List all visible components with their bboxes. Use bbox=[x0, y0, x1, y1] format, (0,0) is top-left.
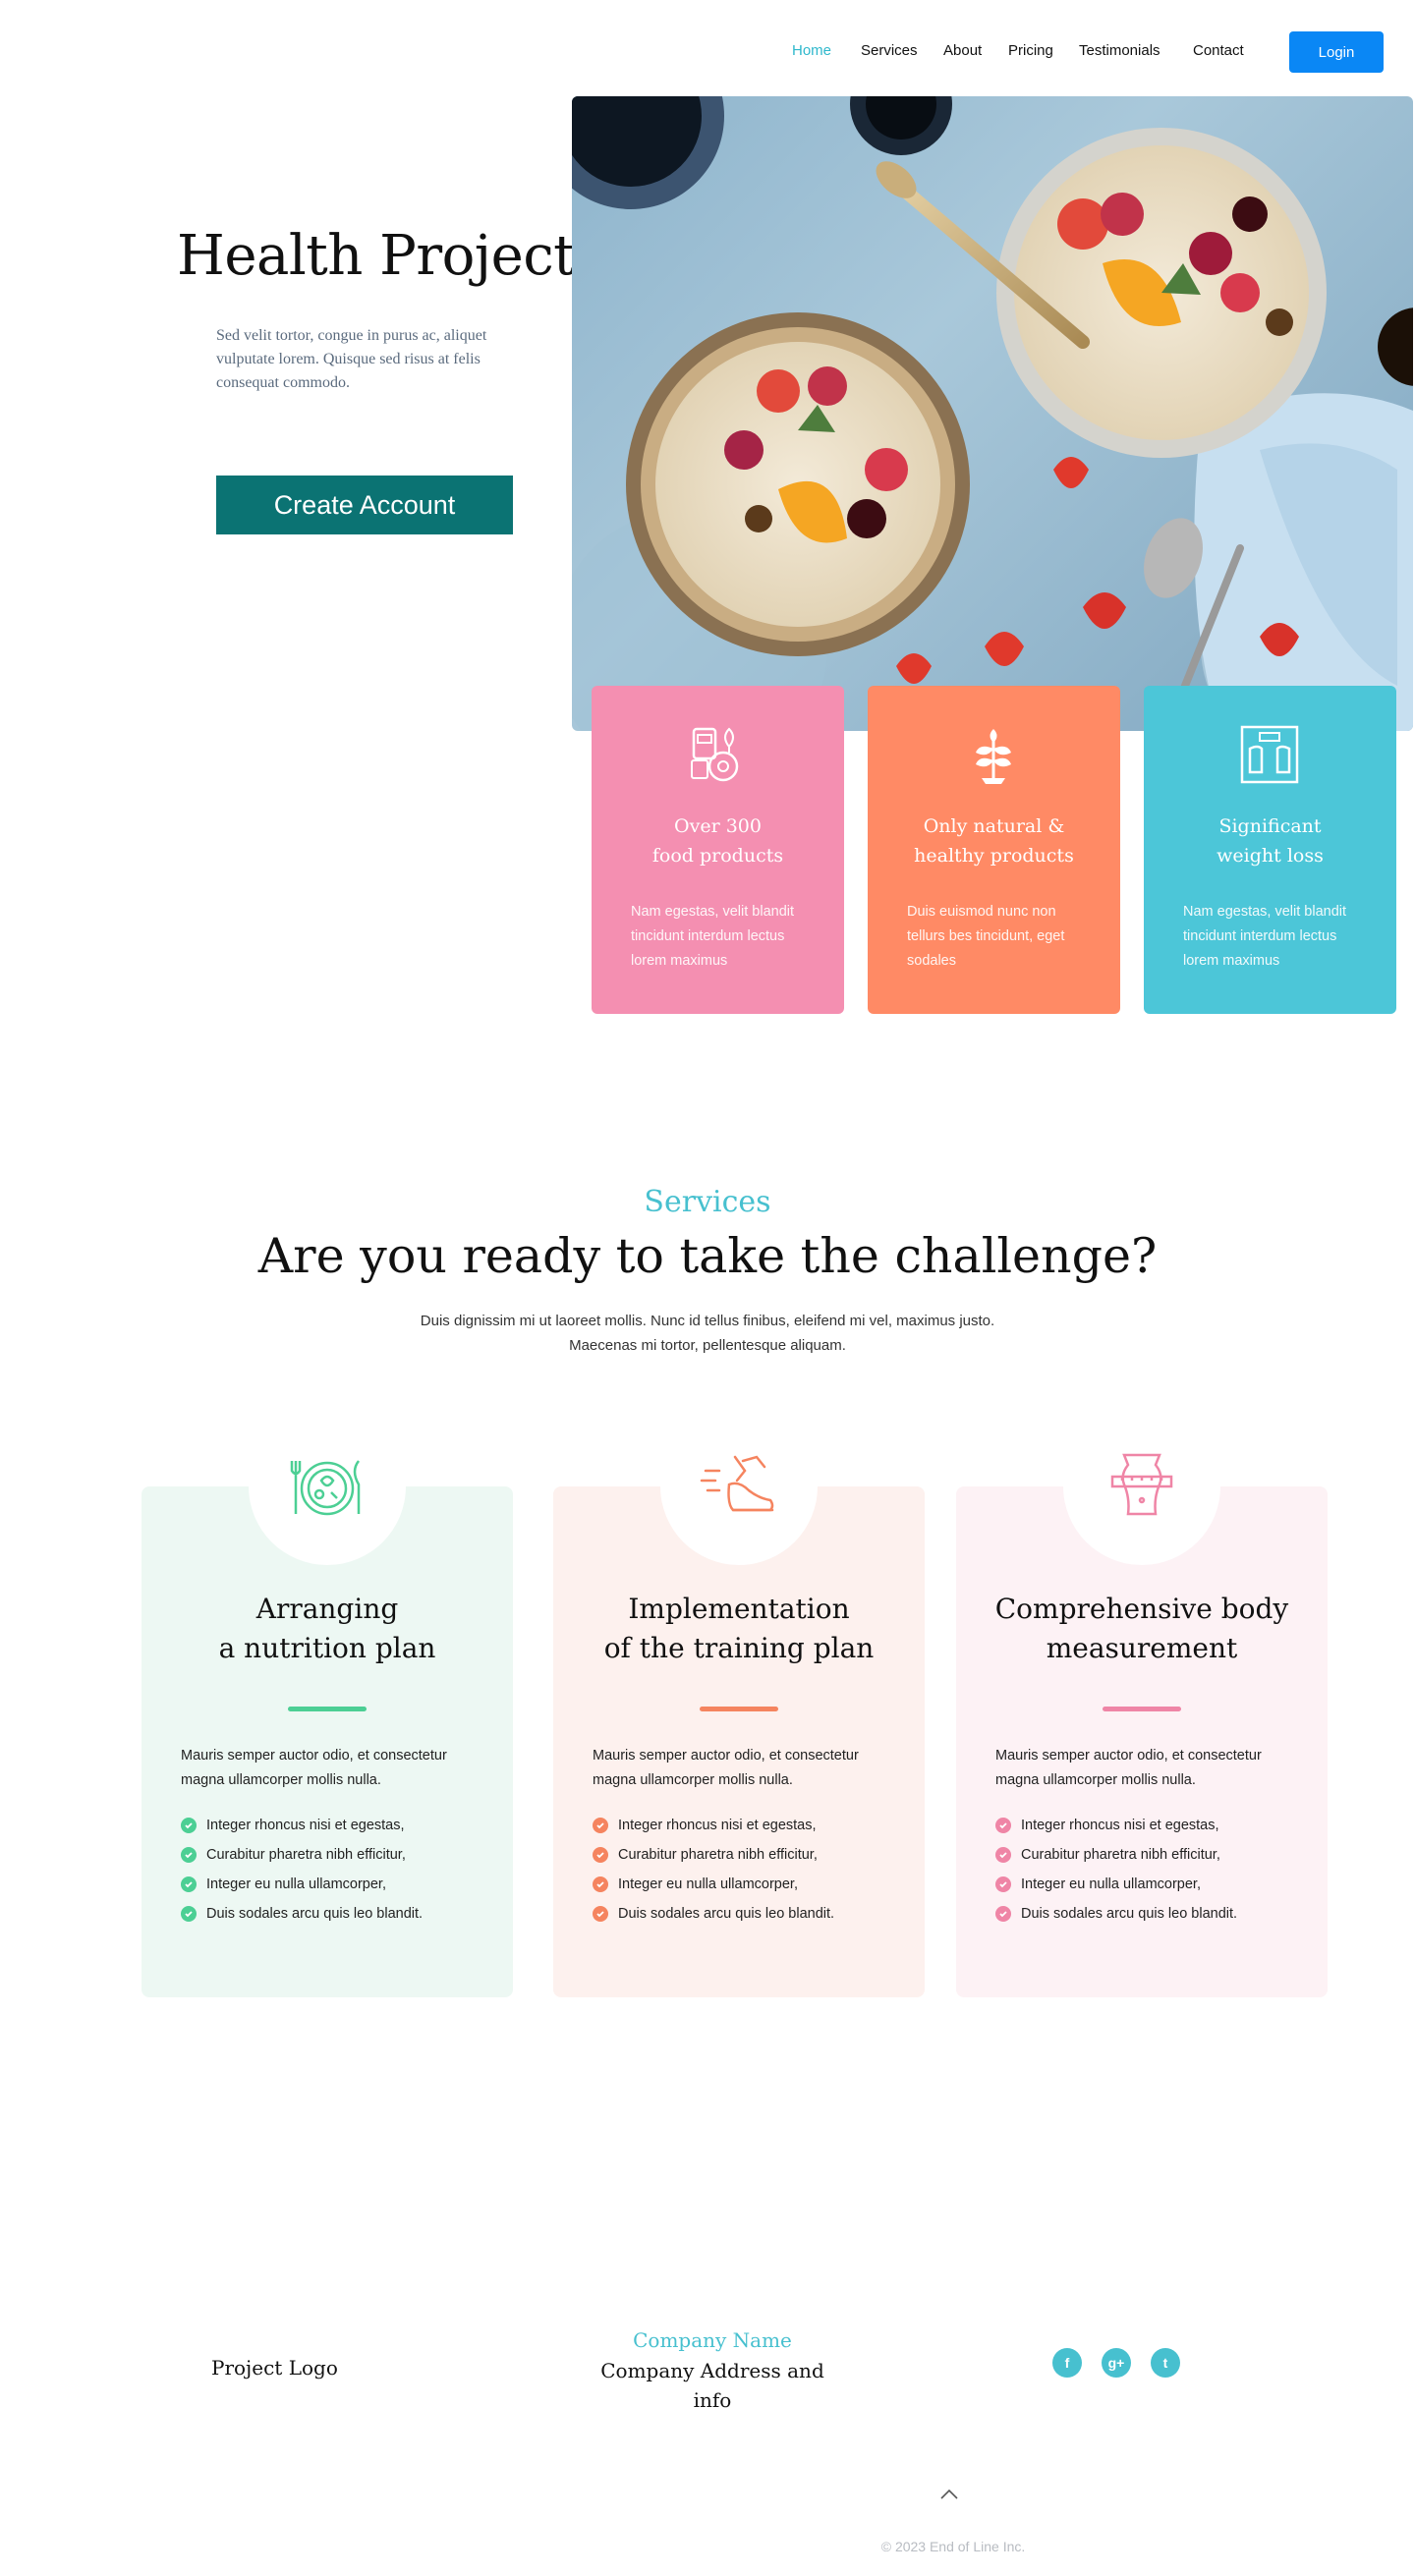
list-item-text: Curabitur pharetra nibh efficitur, bbox=[206, 1847, 406, 1863]
feature-card-food-products: Over 300 food products Nam egestas, veli… bbox=[592, 686, 844, 1014]
check-icon bbox=[181, 1876, 197, 1892]
check-icon bbox=[181, 1818, 197, 1833]
feature-text: Nam egestas, velit blandit tincidunt int… bbox=[1183, 904, 1347, 969]
list-item: Integer rhoncus nisi et egestas, bbox=[181, 1811, 423, 1840]
list-item: Integer eu nulla ullamcorper, bbox=[995, 1870, 1237, 1899]
list-item-text: Integer eu nulla ullamcorper, bbox=[618, 1876, 798, 1892]
list-item: Duis sodales arcu quis leo blandit. bbox=[593, 1899, 834, 1929]
service-card-training: Implementation of the training plan Maur… bbox=[553, 1408, 925, 1997]
accent-divider bbox=[1103, 1707, 1181, 1711]
list-item: Integer rhoncus nisi et egestas, bbox=[593, 1811, 834, 1840]
list-item-text: Integer eu nulla ullamcorper, bbox=[1021, 1876, 1201, 1892]
hero-text: Sed velit tortor, congue in purus ac, al… bbox=[216, 327, 487, 391]
list-item-text: Integer rhoncus nisi et egestas, bbox=[206, 1818, 405, 1833]
feature-text: Duis euismod nunc non tellurs bes tincid… bbox=[907, 904, 1065, 969]
feature-card-natural-products: Only natural & healthy products Duis eui… bbox=[868, 686, 1120, 1014]
service-card-title: Implementation of the training plan bbox=[603, 1593, 875, 1664]
list-item: Curabitur pharetra nibh efficitur, bbox=[181, 1840, 423, 1870]
nav-home[interactable]: Home bbox=[792, 42, 831, 59]
accent-divider bbox=[700, 1707, 778, 1711]
services-subtitle: Duis dignissim mi ut laoreet mollis. Nun… bbox=[420, 1313, 995, 1354]
footer-address: Company Address and info bbox=[600, 2359, 824, 2412]
list-item: Duis sodales arcu quis leo blandit. bbox=[995, 1899, 1237, 1929]
nav-testimonials[interactable]: Testimonials bbox=[1079, 42, 1160, 59]
feature-card-weight-loss: Significant weight loss Nam egestas, vel… bbox=[1144, 686, 1396, 1014]
accent-divider bbox=[288, 1707, 367, 1711]
check-icon bbox=[995, 1906, 1011, 1922]
check-icon bbox=[593, 1818, 608, 1833]
nav-pricing[interactable]: Pricing bbox=[1008, 42, 1053, 59]
list-item-text: Duis sodales arcu quis leo blandit. bbox=[206, 1906, 424, 1922]
check-icon bbox=[181, 1906, 197, 1922]
list-item-text: Integer rhoncus nisi et egestas, bbox=[618, 1818, 817, 1833]
feature-title: Only natural & healthy products bbox=[914, 815, 1074, 867]
service-checklist: Integer rhoncus nisi et egestas, Curabit… bbox=[995, 1811, 1237, 1929]
list-item-text: Duis sodales arcu quis leo blandit. bbox=[1021, 1906, 1238, 1922]
list-item: Integer eu nulla ullamcorper, bbox=[181, 1870, 423, 1899]
footer-company-name: Company Name bbox=[633, 2328, 792, 2352]
hero-title: Health Project bbox=[177, 224, 576, 288]
food-bowls-illustration bbox=[572, 96, 1413, 731]
service-card-nutrition: Arranging a nutrition plan Mauris semper… bbox=[142, 1408, 513, 1997]
check-icon bbox=[995, 1847, 1011, 1863]
check-icon bbox=[593, 1876, 608, 1892]
footer-logo[interactable]: Project Logo bbox=[211, 2356, 338, 2380]
service-card-measurement: Comprehensive body measurement Mauris se… bbox=[956, 1408, 1328, 1997]
list-item-text: Integer eu nulla ullamcorper, bbox=[206, 1876, 386, 1892]
service-card-title: Arranging a nutrition plan bbox=[218, 1593, 436, 1664]
list-item-text: Curabitur pharetra nibh efficitur, bbox=[618, 1847, 818, 1863]
copyright-text: © 2023 End of Line Inc. bbox=[880, 2539, 1026, 2554]
check-icon bbox=[995, 1818, 1011, 1833]
check-icon bbox=[181, 1847, 197, 1863]
login-button[interactable]: Login bbox=[1289, 31, 1384, 73]
google-plus-icon[interactable]: g+ bbox=[1102, 2348, 1131, 2378]
feature-title: Over 300 food products bbox=[651, 815, 784, 867]
nav-about[interactable]: About bbox=[943, 42, 982, 59]
check-icon bbox=[593, 1906, 608, 1922]
running-shoe-icon bbox=[700, 1455, 774, 1512]
list-item: Integer rhoncus nisi et egestas, bbox=[995, 1811, 1237, 1840]
facebook-icon[interactable]: f bbox=[1052, 2348, 1082, 2378]
check-icon bbox=[995, 1876, 1011, 1892]
nav-contact[interactable]: Contact bbox=[1193, 42, 1244, 59]
service-card-description: Mauris semper auctor odio, et consectetu… bbox=[995, 1748, 1262, 1788]
feature-title: Significant weight loss bbox=[1217, 815, 1324, 867]
list-item-text: Curabitur pharetra nibh efficitur, bbox=[1021, 1847, 1220, 1863]
list-item: Duis sodales arcu quis leo blandit. bbox=[181, 1899, 423, 1929]
nutrition-plate-icon bbox=[290, 1460, 361, 1516]
scroll-to-top-icon[interactable] bbox=[937, 2486, 961, 2503]
service-checklist: Integer rhoncus nisi et egestas, Curabit… bbox=[593, 1811, 834, 1929]
plant-icon bbox=[976, 729, 1011, 784]
check-icon bbox=[593, 1847, 608, 1863]
services-kicker: Services bbox=[644, 1185, 771, 1219]
list-item: Curabitur pharetra nibh efficitur, bbox=[995, 1840, 1237, 1870]
service-card-description: Mauris semper auctor odio, et consectetu… bbox=[593, 1748, 859, 1788]
nav-services[interactable]: Services bbox=[861, 42, 918, 59]
hero-food-image bbox=[572, 96, 1413, 731]
twitter-icon[interactable]: t bbox=[1151, 2348, 1180, 2378]
body-measurement-icon bbox=[1110, 1453, 1173, 1516]
feature-text: Nam egestas, velit blandit tincidunt int… bbox=[631, 904, 795, 969]
service-card-description: Mauris semper auctor odio, et consectetu… bbox=[181, 1748, 447, 1788]
list-item-text: Integer rhoncus nisi et egestas, bbox=[1021, 1818, 1219, 1833]
service-checklist: Integer rhoncus nisi et egestas, Curabit… bbox=[181, 1811, 423, 1929]
list-item: Integer eu nulla ullamcorper, bbox=[593, 1870, 834, 1899]
scale-icon bbox=[1240, 725, 1299, 784]
service-card-title: Comprehensive body measurement bbox=[994, 1593, 1289, 1664]
create-account-button[interactable]: Create Account bbox=[216, 476, 513, 534]
services-title: Are you ready to take the challenge? bbox=[257, 1228, 1158, 1284]
list-item-text: Duis sodales arcu quis leo blandit. bbox=[618, 1906, 835, 1922]
food-products-icon bbox=[691, 727, 739, 782]
list-item: Curabitur pharetra nibh efficitur, bbox=[593, 1840, 834, 1870]
